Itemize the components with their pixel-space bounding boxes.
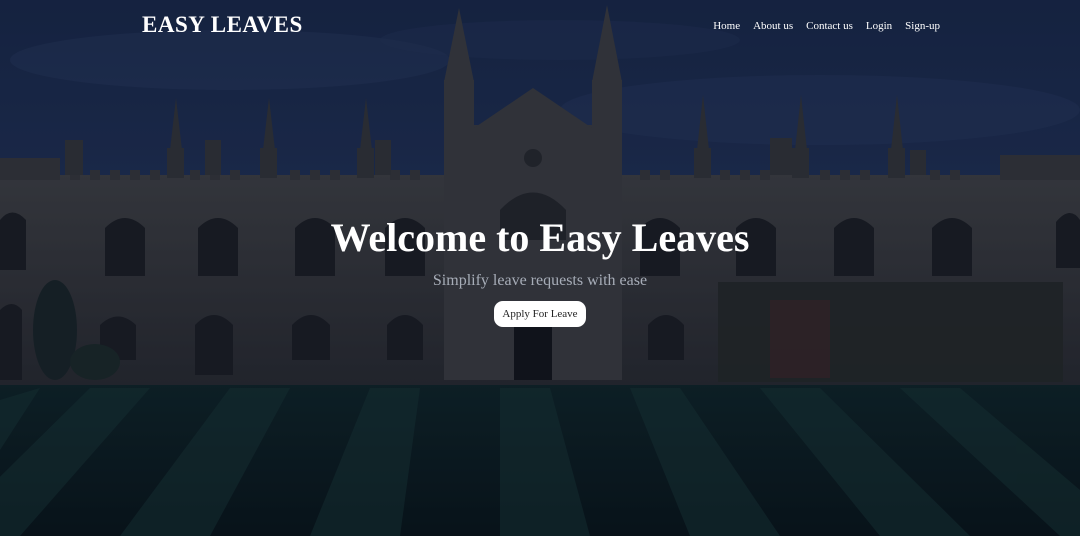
nav-contact-link[interactable]: Contact us [806, 20, 853, 32]
nav-home-link[interactable]: Home [713, 20, 740, 32]
hero-title: Welcome to Easy Leaves [330, 215, 750, 260]
nav-about-link[interactable]: About us [753, 20, 793, 32]
main-nav: Home About us Contact us Login Sign-up [713, 20, 940, 32]
hero-content: Welcome to Easy Leaves Simplify leave re… [0, 214, 1080, 327]
hero-section: EASY LEAVES Home About us Contact us Log… [0, 0, 1080, 536]
hero-subtitle: Simplify leave requests with ease [432, 272, 648, 289]
nav-login-link[interactable]: Login [866, 20, 892, 32]
nav-signup-link[interactable]: Sign-up [905, 20, 940, 32]
apply-for-leave-button[interactable]: Apply For Leave [494, 301, 586, 327]
brand-logo[interactable]: EASY LEAVES [142, 12, 303, 38]
